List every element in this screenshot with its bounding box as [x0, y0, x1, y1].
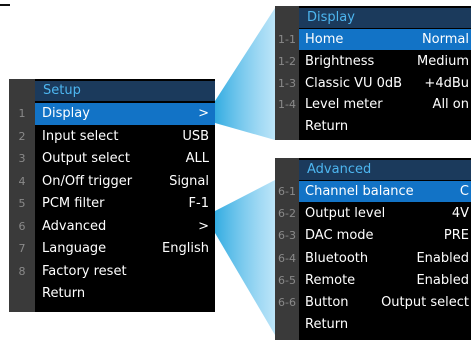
- advanced-menu-item[interactable]: 6-4 Bluetooth Enabled: [278, 248, 471, 269]
- setup-item-label: PCM filter: [42, 196, 105, 211]
- setup-menu-item[interactable]: 7 Language English: [19, 238, 215, 260]
- display-menu-item[interactable]: 1-2 Brightness Medium: [278, 51, 471, 72]
- display-menu-item[interactable]: 1-1 Home Normal: [278, 29, 471, 50]
- advanced-menu-item[interactable]: Return: [299, 314, 471, 335]
- setup-item-label: Input select: [42, 128, 119, 144]
- advanced-item-number: 6-3: [278, 229, 296, 243]
- setup-item-number: 8: [18, 264, 26, 278]
- advanced-item-number: 6-6: [278, 296, 296, 309]
- display-beam: [215, 8, 275, 140]
- advanced-menu-screen: Advanced 6-1 Channel balance C 6-2 Output le…: [275, 158, 471, 340]
- display-item-label: Home: [305, 32, 344, 47]
- advanced-item-number: 6-5: [278, 273, 296, 287]
- setup-item-value: ALL: [185, 151, 209, 166]
- setup-item-number: 6: [18, 219, 26, 233]
- setup-item-value: English: [162, 241, 209, 256]
- display-menu-item[interactable]: 1-4 Level meter All on: [278, 94, 471, 115]
- display-menu-item[interactable]: Return: [299, 116, 471, 137]
- advanced-item-number: 6-1: [278, 185, 296, 198]
- setup-item-label: Return: [42, 286, 86, 301]
- display-item-number: 1-2: [278, 54, 296, 68]
- advanced-menu-item[interactable]: 6-2 Output level 4V: [278, 203, 471, 224]
- display-title: Display: [299, 8, 471, 28]
- advanced-item-label: Remote: [305, 272, 356, 288]
- setup-item-number: 7: [18, 242, 26, 255]
- advanced-item-number: 6-4: [278, 251, 296, 265]
- advanced-menu-item[interactable]: 6-5 Remote Enabled: [278, 270, 471, 291]
- advanced-item-label: Bluetooth: [305, 250, 369, 266]
- advanced-item-label: Channel balance: [305, 184, 414, 199]
- advanced-beam: [215, 180, 275, 335]
- setup-item-label: Factory reset: [42, 263, 127, 279]
- setup-item-value: F-1: [188, 196, 209, 211]
- setup-menu-item[interactable]: 8 Factory reset: [19, 261, 215, 283]
- advanced-item-label: Return: [305, 317, 349, 333]
- setup-item-label: Output select: [42, 151, 130, 166]
- display-item-number: 1-4: [278, 98, 296, 112]
- display-item-value: Medium: [417, 53, 469, 69]
- setup-item-number: 3: [18, 152, 26, 165]
- advanced-item-label: Button: [305, 295, 349, 310]
- display-item-label: Level meter: [305, 97, 383, 113]
- display-menu-screen: Display 1-1 Home Normal 1-2 Brightness Medium…: [275, 6, 471, 140]
- setup-item-label: Display: [42, 106, 90, 121]
- advanced-menu-item[interactable]: 6-3 DAC mode PRE: [278, 225, 471, 246]
- setup-item-value: USB: [182, 128, 209, 144]
- setup-title: Setup: [35, 81, 215, 101]
- setup-menu-item[interactable]: 5 PCM filter F-1: [19, 193, 215, 215]
- setup-item-label: Language: [42, 241, 107, 256]
- advanced-menu-item[interactable]: 6-1 Channel balance C: [278, 181, 471, 202]
- setup-item-value: Signal: [169, 173, 209, 189]
- advanced-menu-item[interactable]: 6-6 Button Output select: [278, 292, 471, 313]
- display-item-value: +4dBu: [424, 75, 469, 91]
- advanced-title: Advanced: [299, 160, 471, 180]
- setup-menu-item[interactable]: 4 On/Off trigger Signal: [19, 171, 215, 193]
- advanced-item-number: 6-2: [278, 207, 296, 221]
- setup-menu-screen: Setup 1 Display >2 Input select USB 3 Output s…: [9, 79, 215, 312]
- display-item-label: Classic VU 0dB: [305, 75, 403, 91]
- advanced-item-value: Enabled: [416, 250, 469, 266]
- display-item-number: 1-3: [278, 76, 296, 90]
- setup-item-number: 5: [18, 197, 26, 210]
- setup-item-value: >: [198, 218, 209, 234]
- display-item-number: 1-1: [278, 33, 296, 46]
- setup-item-label: On/Off trigger: [42, 173, 133, 189]
- display-item-value: All on: [432, 97, 469, 113]
- setup-menu-item[interactable]: 2 Input select USB: [19, 126, 215, 148]
- display-menu-item[interactable]: 1-3 Classic VU 0dB +4dBu: [278, 73, 471, 94]
- setup-menu-item[interactable]: 3 Output select ALL: [19, 148, 215, 170]
- setup-item-number: 2: [18, 129, 26, 143]
- setup-menu-item[interactable]: Return: [35, 283, 215, 305]
- setup-menu-item[interactable]: 6 Advanced >: [19, 216, 215, 238]
- advanced-item-label: Output level: [305, 206, 386, 222]
- setup-item-value: >: [198, 106, 209, 121]
- display-item-label: Brightness: [305, 53, 375, 69]
- advanced-item-label: DAC mode: [305, 228, 374, 244]
- setup-item-label: Advanced: [42, 218, 107, 234]
- advanced-item-value: 4V: [451, 206, 469, 222]
- setup-item-number: 1: [18, 107, 26, 120]
- advanced-item-value: Output select: [381, 295, 469, 310]
- advanced-item-value: PRE: [443, 228, 469, 244]
- setup-item-number: 4: [18, 174, 26, 188]
- advanced-item-value: Enabled: [416, 272, 469, 288]
- display-item-label: Return: [305, 119, 349, 135]
- display-item-value: Normal: [421, 32, 469, 47]
- advanced-item-value: C: [459, 184, 469, 199]
- setup-menu-item[interactable]: 1 Display >: [19, 103, 215, 125]
